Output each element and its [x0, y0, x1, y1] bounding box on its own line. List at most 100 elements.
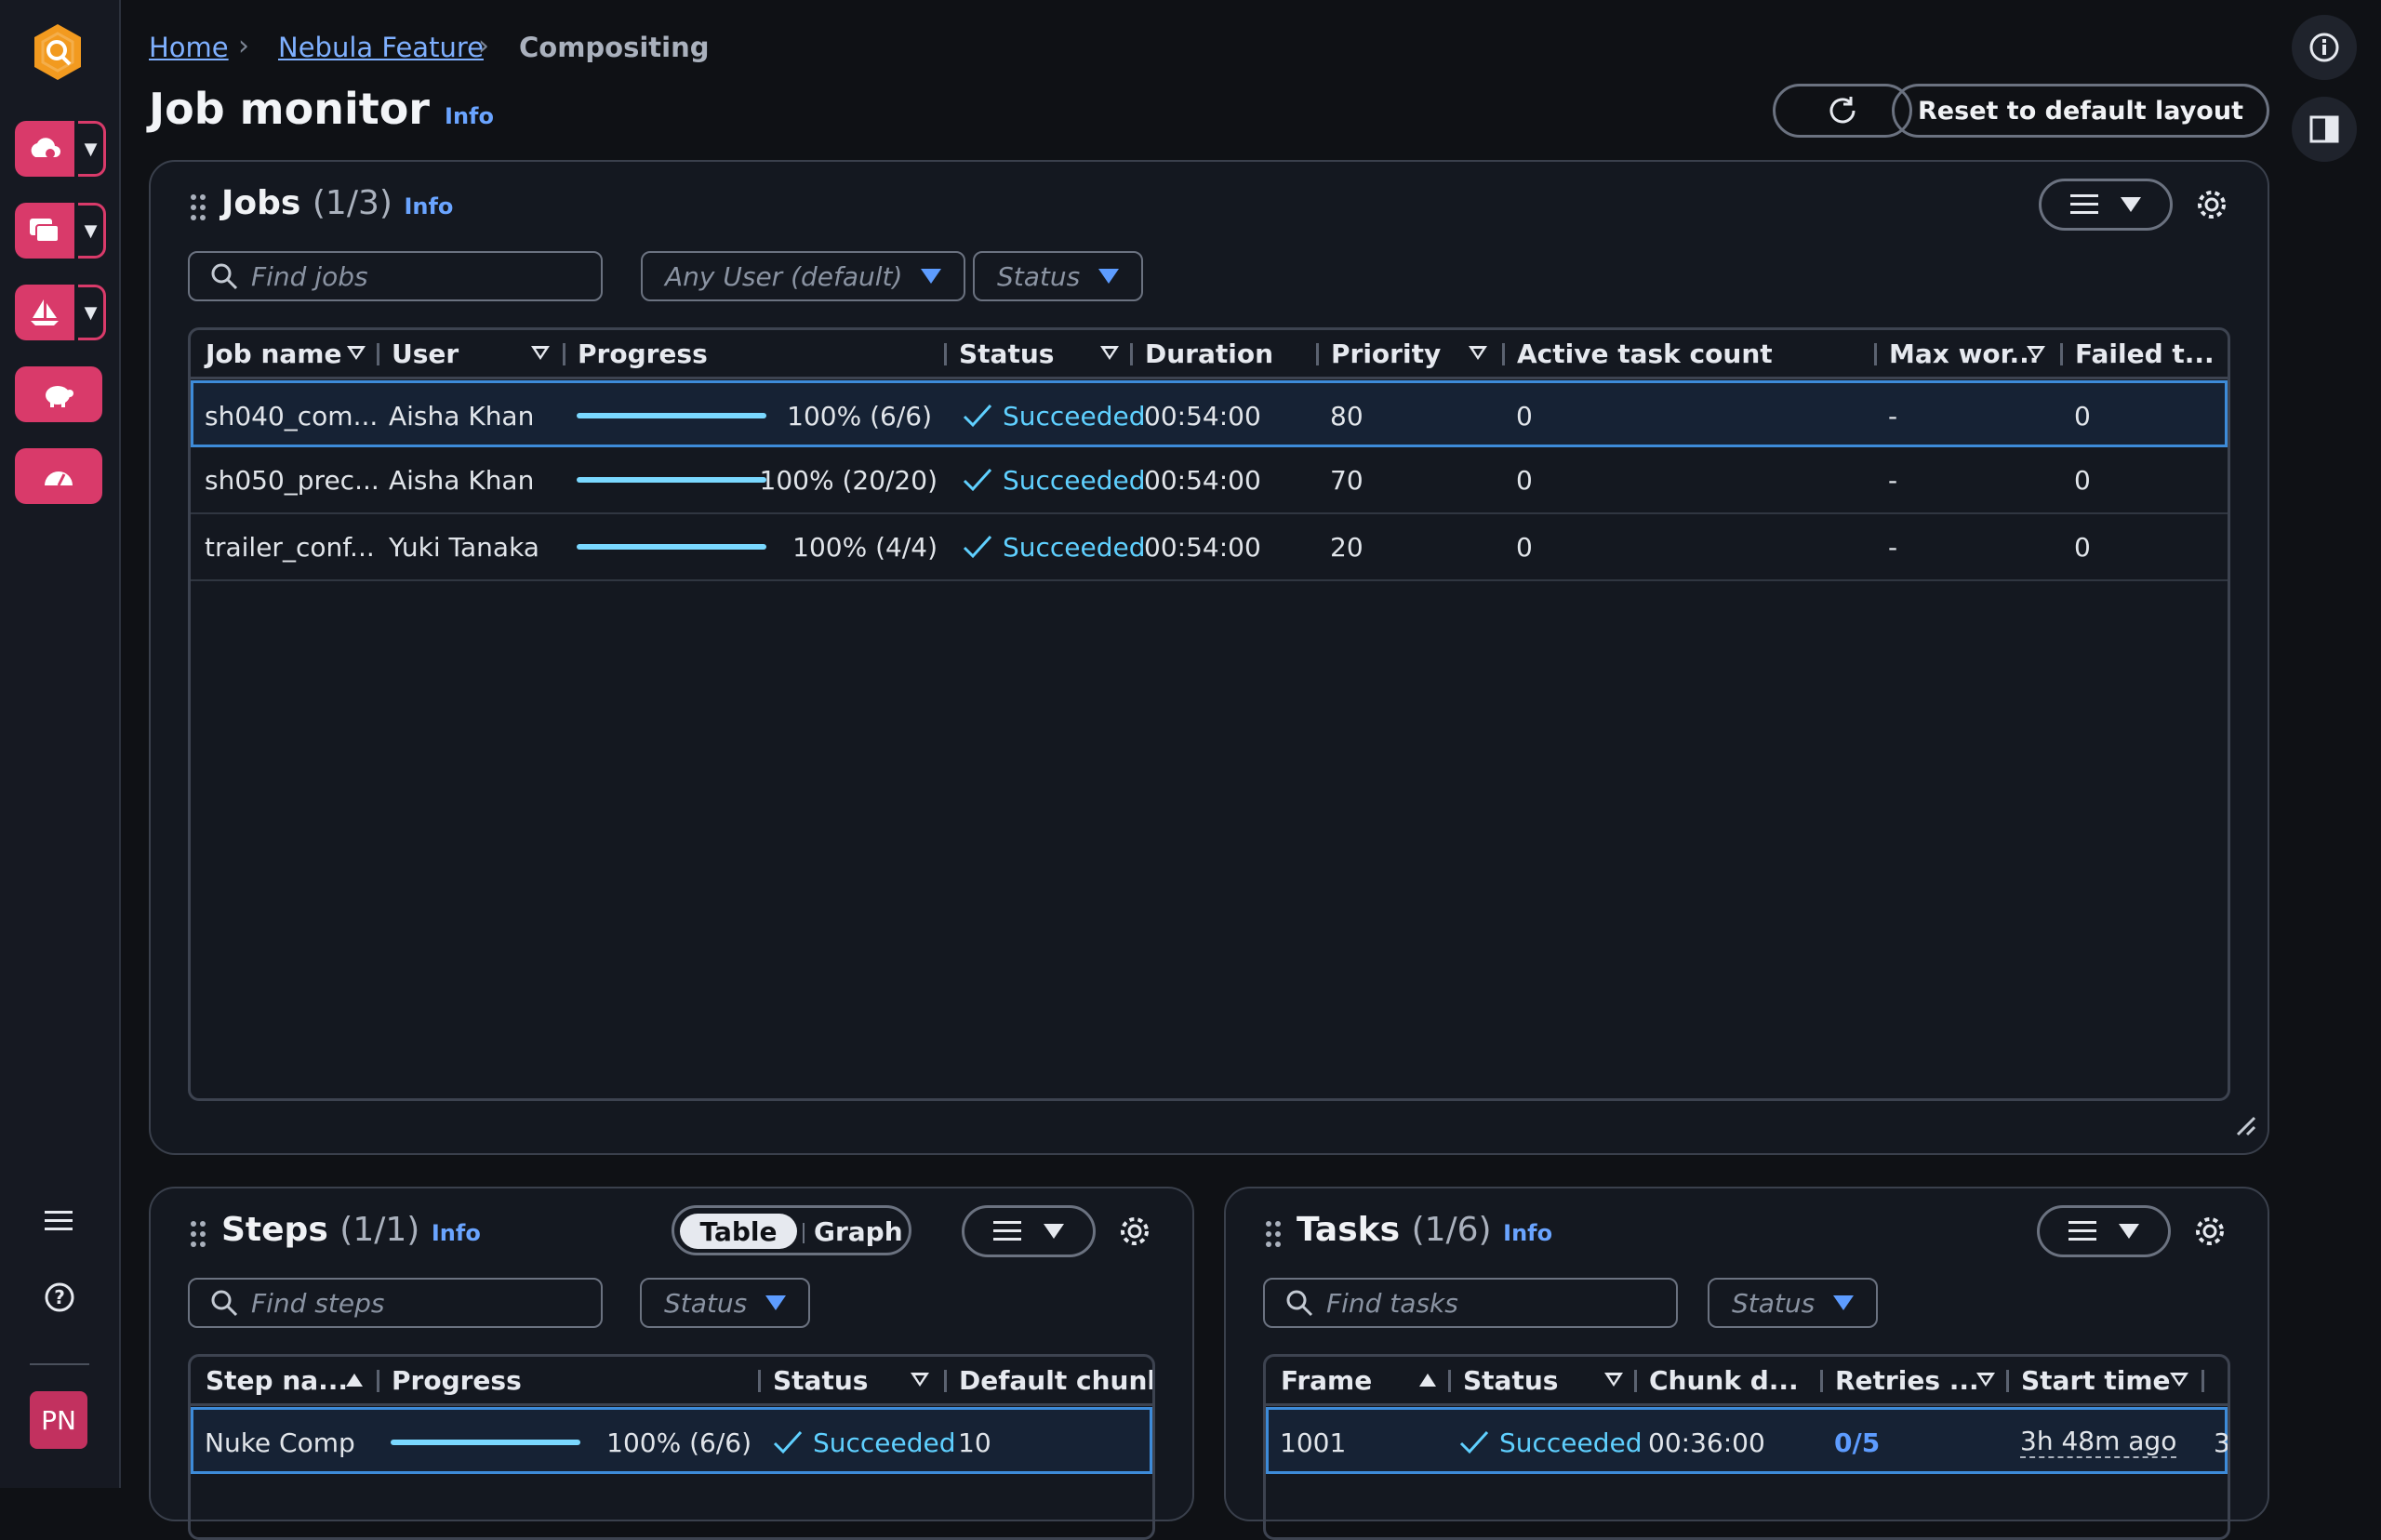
- start-time[interactable]: 3h 48m ago: [2020, 1427, 2177, 1458]
- sort-icon[interactable]: [347, 346, 366, 360]
- sort-icon[interactable]: [2027, 346, 2045, 360]
- col-default-chunk[interactable]: Default chunk: [959, 1357, 1152, 1403]
- retries-link[interactable]: 0/5: [1834, 1410, 1880, 1475]
- drag-handle-icon[interactable]: [1265, 1220, 1282, 1248]
- split-panel-button[interactable]: [2292, 97, 2357, 162]
- caret-down-icon: [2121, 197, 2141, 212]
- table-row[interactable]: 1001 Succeeded 00:36:00 0/5 3h 48m ago 3: [1266, 1407, 2228, 1474]
- reset-layout-button[interactable]: Reset to default layout: [1892, 84, 2269, 138]
- steps-info-link[interactable]: Info: [432, 1220, 481, 1246]
- column-resizer[interactable]: [944, 1370, 947, 1392]
- breadcrumb-home[interactable]: Home: [149, 32, 229, 63]
- gear-icon[interactable]: [2195, 188, 2228, 221]
- column-resizer[interactable]: [1820, 1370, 1823, 1392]
- sort-icon[interactable]: [531, 346, 550, 360]
- rail-windows-menu-button[interactable]: ▼: [78, 203, 106, 259]
- column-resizer[interactable]: [1448, 1370, 1451, 1392]
- find-steps-input[interactable]: Find steps: [188, 1278, 603, 1328]
- col-status[interactable]: Status: [959, 330, 1054, 377]
- col-failed-tasks[interactable]: Failed t...: [2075, 330, 2215, 377]
- rail-windows-button[interactable]: [15, 203, 74, 259]
- tasks-status-filter-select[interactable]: Status: [1708, 1278, 1879, 1328]
- find-jobs-input[interactable]: Find jobs: [188, 251, 603, 301]
- tasks-info-link[interactable]: Info: [1503, 1220, 1552, 1246]
- column-resizer[interactable]: [563, 343, 565, 365]
- help-icon[interactable]: ?: [44, 1281, 75, 1313]
- column-resizer[interactable]: [758, 1370, 761, 1392]
- col-progress[interactable]: Progress: [392, 1357, 522, 1403]
- avatar[interactable]: PN: [30, 1391, 87, 1449]
- jobs-status-filter-select[interactable]: Status: [973, 251, 1144, 301]
- col-active-task-count[interactable]: Active task count: [1517, 330, 1773, 377]
- table-row[interactable]: trailer_conf... Yuki Tanaka 100% (4/4) S…: [191, 514, 2228, 581]
- page-info-link[interactable]: Info: [445, 103, 494, 129]
- col-priority[interactable]: Priority: [1331, 330, 1441, 377]
- col-retries[interactable]: Retries ...: [1835, 1357, 1979, 1403]
- col-progress[interactable]: Progress: [578, 330, 708, 377]
- failed-tasks: 0: [2074, 464, 2091, 496]
- gear-icon[interactable]: [1118, 1215, 1151, 1248]
- info-panel-button[interactable]: [2292, 15, 2357, 80]
- column-resizer[interactable]: [2201, 1370, 2204, 1392]
- drag-handle-icon[interactable]: [190, 193, 206, 221]
- column-resizer[interactable]: [377, 343, 379, 365]
- col-status[interactable]: Status: [1463, 1357, 1558, 1403]
- jobs-info-link[interactable]: Info: [404, 193, 453, 219]
- hamburger-menu-icon[interactable]: [45, 1209, 73, 1233]
- step-name: Nuke Comp: [205, 1427, 355, 1458]
- col-duration[interactable]: Duration: [1145, 330, 1273, 377]
- rail-dashboard-button[interactable]: [15, 448, 102, 504]
- col-max-workers[interactable]: Max wor...: [1889, 330, 2039, 377]
- view-graph-button[interactable]: Graph: [814, 1214, 903, 1249]
- steps-status-filter-select[interactable]: Status: [640, 1278, 811, 1328]
- sort-icon[interactable]: [1469, 346, 1487, 360]
- rail-cloud-menu-button[interactable]: ▼: [78, 121, 106, 177]
- sort-icon[interactable]: [1604, 1373, 1623, 1387]
- status-badge: Succeeded: [1458, 1410, 1643, 1475]
- column-resizer[interactable]: [377, 1370, 379, 1392]
- rail-budget-button[interactable]: [15, 366, 102, 422]
- steps-actions-menu-button[interactable]: [962, 1205, 1096, 1257]
- col-chunk-duration[interactable]: Chunk d...: [1649, 1357, 1799, 1403]
- tasks-actions-menu-button[interactable]: [2037, 1205, 2171, 1257]
- table-row[interactable]: sh040_com... Aisha Khan 100% (6/6) Succe…: [191, 380, 2228, 447]
- rail-cloud-button[interactable]: [15, 121, 74, 177]
- view-table-button[interactable]: Table: [680, 1214, 797, 1249]
- active-task-count: 0: [1516, 400, 1533, 431]
- column-resizer[interactable]: [944, 343, 947, 365]
- sort-ascending-icon[interactable]: [345, 1373, 364, 1387]
- active-task-count: 0: [1516, 531, 1533, 563]
- col-job-name[interactable]: Job name: [206, 330, 341, 377]
- breadcrumb-feature[interactable]: Nebula Feature: [278, 32, 484, 63]
- col-frame[interactable]: Frame: [1281, 1357, 1372, 1403]
- col-status[interactable]: Status: [773, 1357, 868, 1403]
- table-row[interactable]: Nuke Comp 100% (6/6) Succeeded 10: [191, 1407, 1152, 1474]
- app-logo-icon[interactable]: [32, 22, 84, 82]
- table-row[interactable]: sh050_prec... Aisha Khan 100% (20/20) Su…: [191, 447, 2228, 514]
- sort-icon[interactable]: [1976, 1373, 1995, 1387]
- user-filter-select[interactable]: Any User (default): [641, 251, 966, 301]
- gear-icon[interactable]: [2193, 1215, 2227, 1248]
- status-text: Succeeded: [1499, 1427, 1643, 1458]
- rail-fleet-button[interactable]: [15, 285, 74, 340]
- col-start-time[interactable]: Start time: [2021, 1357, 2171, 1403]
- col-user[interactable]: User: [392, 330, 459, 377]
- rail-fleet-menu-button[interactable]: ▼: [78, 285, 106, 340]
- column-resizer[interactable]: [1634, 1370, 1637, 1392]
- sort-icon[interactable]: [911, 1373, 929, 1387]
- column-resizer[interactable]: [2006, 1370, 2009, 1392]
- sort-ascending-icon[interactable]: [1418, 1373, 1437, 1387]
- resize-handle-icon[interactable]: [2234, 1114, 2256, 1136]
- column-resizer[interactable]: [1316, 343, 1319, 365]
- sort-icon[interactable]: [1100, 346, 1119, 360]
- jobs-actions-menu-button[interactable]: [2039, 179, 2173, 231]
- column-resizer[interactable]: [2060, 343, 2063, 365]
- drag-handle-icon[interactable]: [190, 1220, 206, 1248]
- column-resizer[interactable]: [1130, 343, 1133, 365]
- column-resizer[interactable]: [1874, 343, 1877, 365]
- column-resizer[interactable]: [1502, 343, 1505, 365]
- find-tasks-input[interactable]: Find tasks: [1263, 1278, 1678, 1328]
- col-step-name[interactable]: Step na...: [206, 1357, 348, 1403]
- chevron-right-icon: ›: [238, 30, 249, 62]
- sort-icon[interactable]: [2170, 1373, 2188, 1387]
